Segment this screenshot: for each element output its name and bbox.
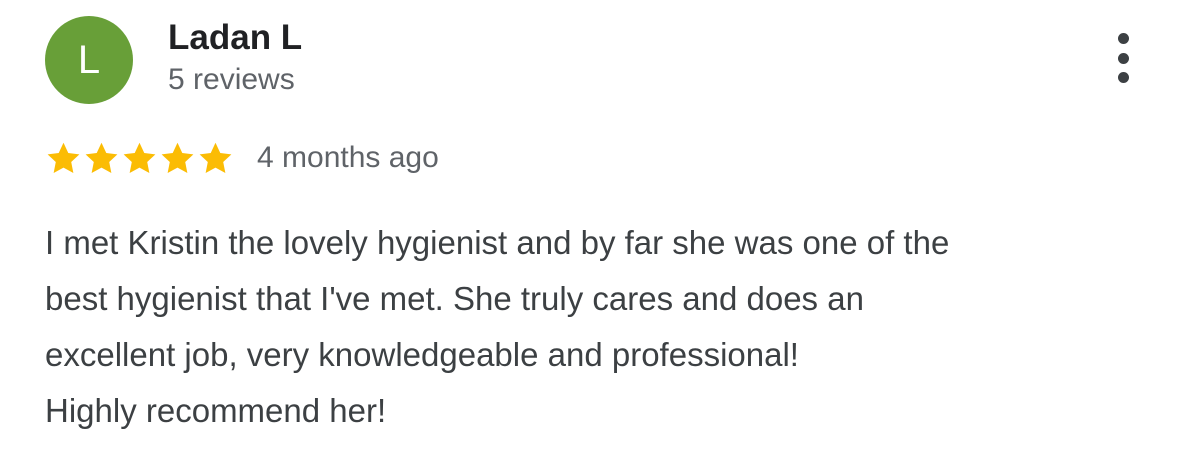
more-options-button[interactable] [1105,30,1141,86]
more-vertical-icon [1117,72,1129,83]
author-review-count: 5 reviews [168,63,295,96]
star-icon [123,142,156,173]
review-text-line: best hygienist that I've met. She truly … [45,280,864,317]
avatar-initial: L [77,38,101,82]
review-text-line: I met Kristin the lovely hygienist and b… [45,224,950,261]
star-icon [47,142,80,173]
avatar[interactable]: L [45,16,133,104]
review-text: I met Kristin the lovely hygienist and b… [45,215,1165,439]
star-icon [199,142,232,173]
review-date: 4 months ago [257,141,439,174]
star-rating [45,138,235,178]
star-icon [85,142,118,173]
star-icon [161,142,194,173]
review-card: L Ladan L 5 reviews 4 months ago I met K… [0,0,1200,450]
author-name[interactable]: Ladan L [168,18,302,58]
review-text-line: excellent job, very knowledgeable and pr… [45,336,799,373]
more-vertical-icon [1117,52,1129,64]
more-vertical-icon [1117,33,1129,44]
review-text-line: Highly recommend her! [45,392,387,429]
